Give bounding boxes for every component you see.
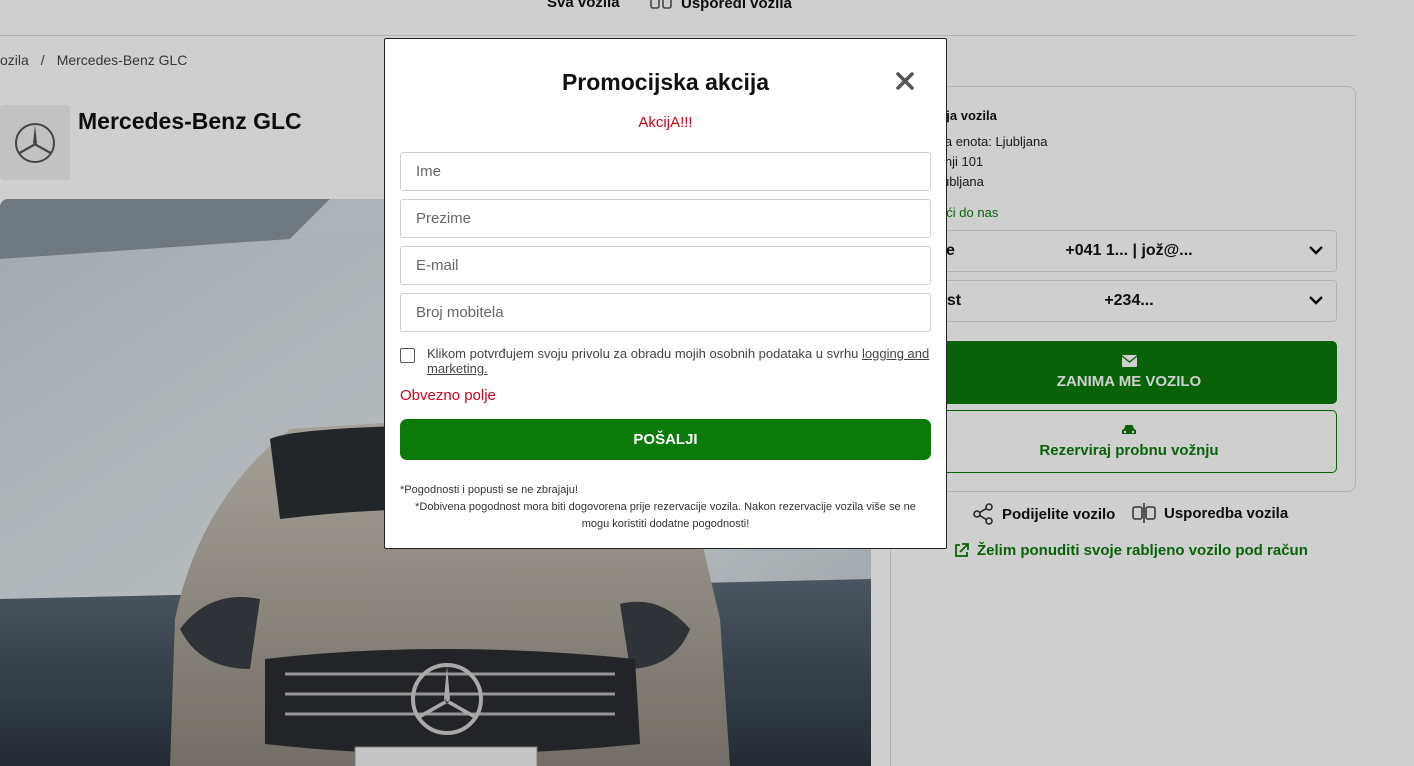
last-name-field[interactable]: [400, 199, 931, 238]
consent-checkbox[interactable]: [400, 348, 415, 363]
consent-label: Klikom potvrđujem svoju privolu za obrad…: [427, 346, 863, 361]
fine-print: *Pogodnosti i popusti se ne zbrajaju!: [400, 484, 578, 496]
submit-label: POŠALJI: [633, 431, 698, 448]
email-field[interactable]: [400, 246, 931, 285]
submit-button[interactable]: POŠALJI: [400, 419, 931, 460]
close-icon[interactable]: [893, 69, 917, 93]
consent-text: Klikom potvrđujem svoju privolu za obrad…: [427, 346, 931, 376]
modal-title: Promocijska akcija: [561, 69, 770, 95]
consent-row: Klikom potvrđujem svoju privolu za obrad…: [400, 346, 931, 376]
phone-field[interactable]: [400, 293, 931, 332]
first-name-field[interactable]: [400, 152, 931, 191]
modal-subtitle: AkcijA!!!: [638, 114, 693, 131]
fine-print: *Dobivena pogodnost mora biti dogovorena…: [415, 501, 916, 530]
required-field-error: Obvezno polje: [400, 387, 496, 404]
promo-modal: Promocijska akcija AkcijA!!! Klikom potv…: [384, 38, 947, 549]
